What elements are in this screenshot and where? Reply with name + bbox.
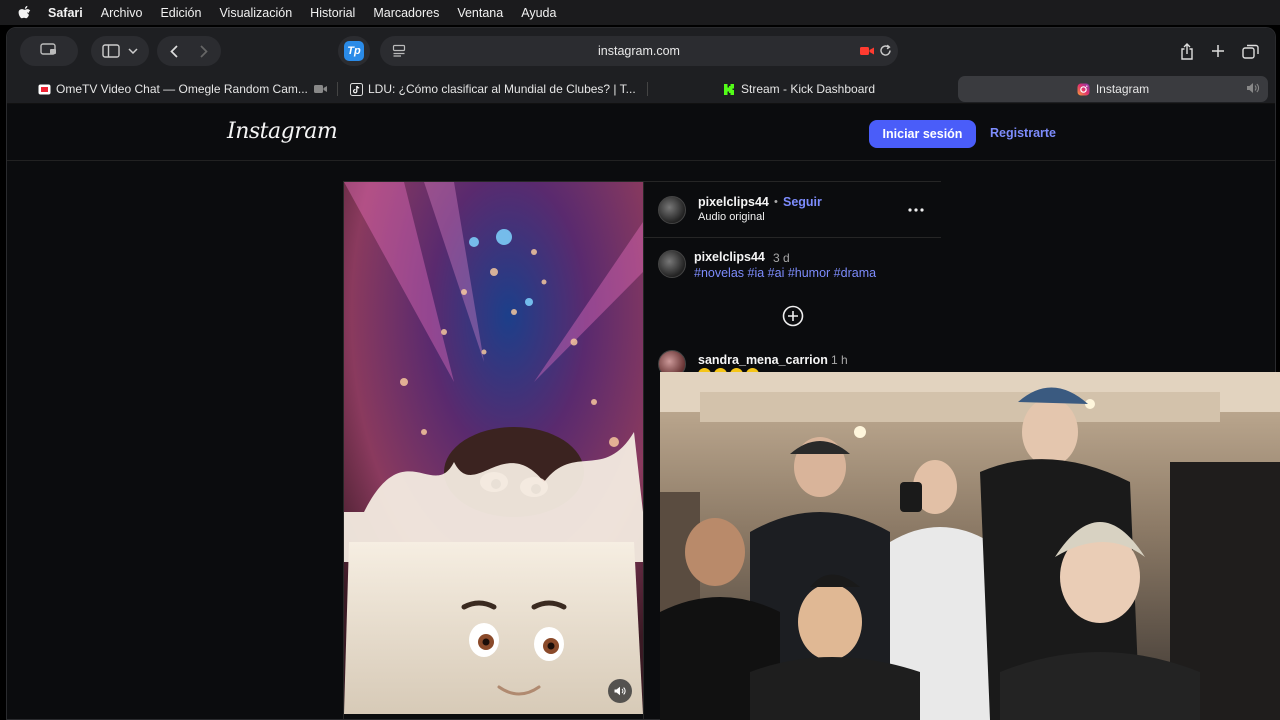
chevron-down-icon: [128, 48, 138, 54]
menu-historial[interactable]: Historial: [310, 6, 355, 20]
plus-icon: [1211, 44, 1225, 58]
menu-edicion[interactable]: Edición: [160, 6, 201, 20]
follow-button[interactable]: Seguir: [783, 195, 822, 209]
caption-username[interactable]: pixelclips44: [694, 250, 765, 264]
camera-recording-icon[interactable]: [860, 46, 874, 56]
instagram-favicon: [1077, 82, 1091, 96]
profile-icon: [40, 42, 58, 61]
instagram-header: Instagram Iniciar sesión Registrarte: [7, 105, 1275, 161]
menu-marcadores[interactable]: Marcadores: [373, 6, 439, 20]
url-text: instagram.com: [598, 44, 680, 58]
navigation-buttons: [157, 36, 221, 66]
comment-username[interactable]: sandra_mena_carrion: [698, 353, 828, 367]
tab-separator: [337, 82, 338, 96]
dot-separator: •: [774, 196, 778, 208]
back-icon[interactable]: [170, 44, 178, 58]
menu-visualizacion[interactable]: Visualización: [219, 6, 292, 20]
macos-menu-bar: Safari Archivo Edición Visualización His…: [0, 0, 1280, 25]
extension-button[interactable]: Tp: [338, 36, 370, 66]
extension-badge: Tp: [344, 41, 364, 61]
tab-label: Instagram: [1095, 82, 1150, 96]
menu-ventana[interactable]: Ventana: [457, 6, 503, 20]
tab-tiktok-ldu[interactable]: LDU: ¿Cómo clasificar al Mundial de Club…: [349, 76, 639, 102]
speaker-icon[interactable]: [1246, 82, 1260, 94]
video-frame-illustration: [344, 182, 643, 714]
caption-avatar[interactable]: [658, 250, 686, 278]
post-video[interactable]: [344, 182, 643, 714]
safari-toolbar: Tp instagram.com: [7, 28, 1275, 74]
tab-instagram[interactable]: Instagram: [958, 76, 1268, 102]
new-tab-button[interactable]: [1203, 36, 1233, 66]
post-header: pixelclips44 • Seguir Audio original: [644, 182, 941, 238]
camera-icon[interactable]: [313, 84, 327, 94]
tab-overview-icon: [1241, 44, 1259, 59]
webcam-feed-illustration: [660, 372, 1280, 720]
menu-ayuda[interactable]: Ayuda: [521, 6, 556, 20]
caption-hashtags[interactable]: #novelas #ia #ai #humor #drama: [694, 266, 876, 280]
sidebar-toggle-button[interactable]: [91, 36, 149, 66]
tab-kick[interactable]: Stream - Kick Dashboard: [722, 76, 942, 102]
instagram-logo[interactable]: Instagram: [227, 119, 338, 144]
audio-label[interactable]: Audio original: [698, 211, 765, 223]
kick-favicon: [722, 82, 736, 96]
share-button[interactable]: [1172, 36, 1202, 66]
address-bar[interactable]: instagram.com: [380, 36, 898, 66]
more-options-icon[interactable]: [908, 199, 924, 217]
sidebar-icon: [102, 44, 120, 58]
signup-link[interactable]: Registrarte: [990, 126, 1056, 140]
caption-age: 3 d: [773, 251, 790, 265]
volume-icon: [614, 686, 626, 696]
menu-archivo[interactable]: Archivo: [101, 6, 143, 20]
comment-age: 1 h: [831, 353, 848, 367]
forward-icon[interactable]: [200, 44, 208, 58]
menu-app-safari[interactable]: Safari: [48, 6, 83, 20]
reload-icon[interactable]: [879, 44, 892, 57]
ometv-favicon: [37, 82, 51, 96]
tab-label: LDU: ¿Cómo clasificar al Mundial de Club…: [368, 82, 636, 96]
mute-button[interactable]: [608, 679, 632, 703]
profile-button[interactable]: [20, 36, 78, 66]
tab-overview-button[interactable]: [1235, 36, 1265, 66]
tab-label: OmeTV Video Chat — Omegle Random Cam...: [56, 82, 308, 96]
tiktok-favicon: [349, 82, 363, 96]
author-avatar[interactable]: [658, 196, 686, 224]
tab-ometv[interactable]: OmeTV Video Chat — Omegle Random Cam...: [37, 76, 327, 102]
author-username[interactable]: pixelclips44: [698, 195, 769, 209]
tab-separator: [647, 82, 648, 96]
tab-label: Stream - Kick Dashboard: [741, 82, 876, 96]
tab-bar: OmeTV Video Chat — Omegle Random Cam... …: [7, 74, 1275, 104]
apple-icon[interactable]: [17, 5, 33, 21]
load-more-comments-icon[interactable]: [782, 305, 804, 327]
login-button[interactable]: Iniciar sesión: [869, 120, 976, 148]
share-icon: [1180, 42, 1194, 60]
webcam-overlay: [660, 372, 1280, 720]
